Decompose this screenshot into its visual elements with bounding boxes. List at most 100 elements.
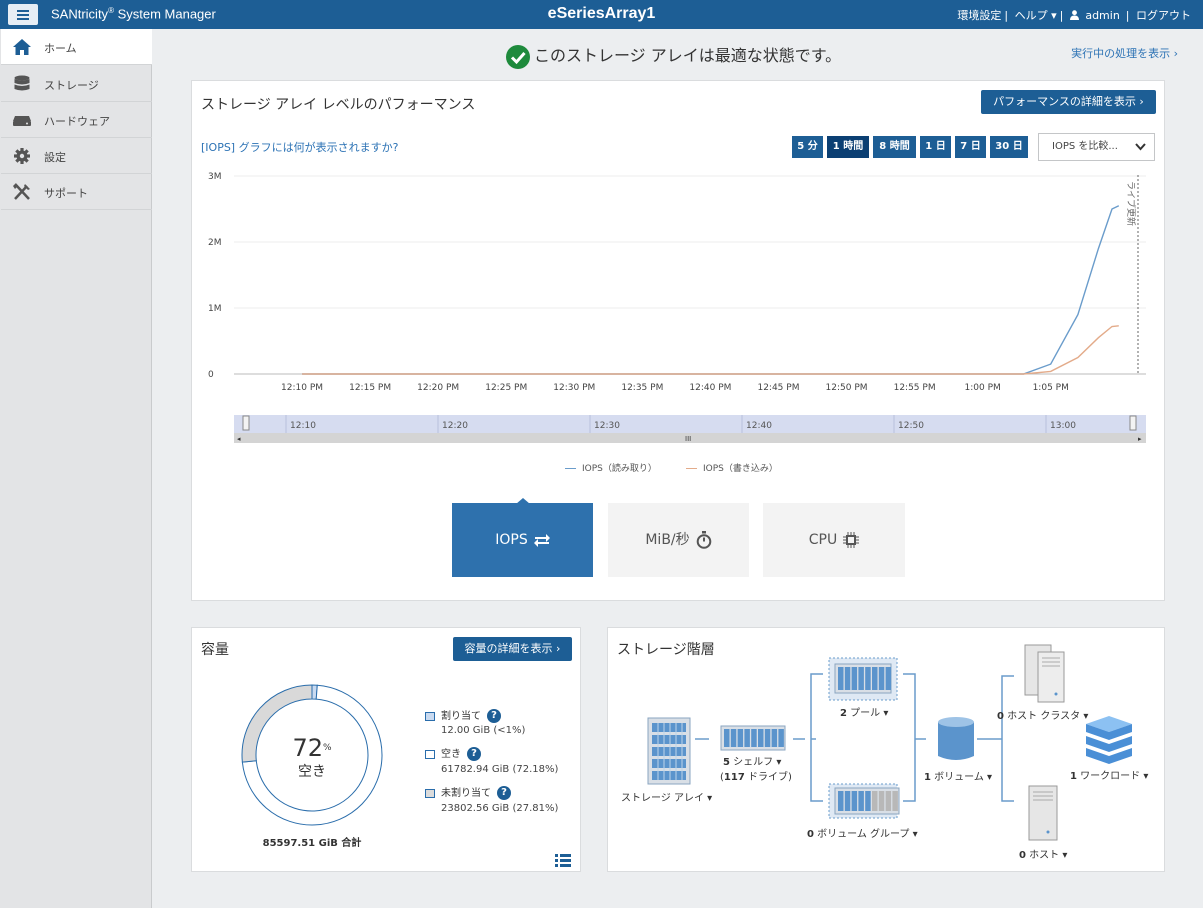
sidebar-item-home[interactable]: ホーム xyxy=(1,29,152,65)
sidebar-item-label: 設定 xyxy=(44,151,66,164)
free-swatch xyxy=(425,749,435,759)
read-series-line xyxy=(302,205,1120,375)
free-value: 61782.94 GiB (72.18%) xyxy=(441,764,559,775)
chip-icon xyxy=(843,532,860,548)
drive-slot xyxy=(885,791,892,811)
home-icon xyxy=(13,39,31,55)
drive-slot xyxy=(872,791,878,811)
x-tick-label: 12:45 PM xyxy=(757,383,799,393)
check-circle-icon xyxy=(506,44,530,69)
shelves-label[interactable]: 5 シェルフ ▾ xyxy=(723,753,781,768)
x-tick-label: 12:35 PM xyxy=(621,383,663,393)
navigator-tick-label: 12:50 xyxy=(898,421,924,431)
drive-slot xyxy=(758,729,764,747)
legend-read[interactable]: IOPS（読み取り） xyxy=(565,461,657,474)
scroll-left-arrow[interactable]: ◂ xyxy=(237,435,241,443)
legend-free: 空き? xyxy=(425,745,481,761)
x-tick-label: 12:25 PM xyxy=(485,383,527,393)
drive-slot xyxy=(744,729,750,747)
drive-slot xyxy=(878,667,885,690)
legend-write-swatch xyxy=(686,468,697,469)
iops-chart: 3M 2M 1M 0 12:10 PM 12:15 PM 12:20 PM 12:25 PM… xyxy=(208,172,1146,443)
sidebar: ホーム ストレージ ハードウェア 設定 サポート xyxy=(0,29,152,908)
drive-slot xyxy=(764,729,771,747)
preferences-link[interactable]: 環境設定 xyxy=(957,9,1001,22)
navigator-right-handle[interactable] xyxy=(1129,415,1137,431)
pool-icon[interactable] xyxy=(828,657,898,701)
drive-slot xyxy=(771,729,778,747)
navigator-tick-label: 13:00 xyxy=(1050,421,1076,431)
x-tick-label: 12:40 PM xyxy=(689,383,731,393)
host-cluster-icon[interactable] xyxy=(1024,644,1065,703)
navigator-left-handle[interactable] xyxy=(242,415,250,431)
drive-slot xyxy=(885,667,892,690)
host-clusters-label[interactable]: 0 ホスト クラスタ ▾ xyxy=(997,707,1088,722)
capacity-title: 容量 xyxy=(201,642,229,658)
time-navigator[interactable]: 12:10 12:20 12:30 12:40 12:50 13:00 ◂ ▸ III xyxy=(234,415,1146,443)
drive-slot xyxy=(865,791,871,811)
help-icon[interactable]: ? xyxy=(487,709,501,723)
help-icon[interactable]: ? xyxy=(497,786,511,800)
x-tick-label: 1:05 PM xyxy=(1033,383,1069,393)
sidebar-item-label: ホーム xyxy=(44,42,77,55)
iops-metric-button[interactable]: IOPS xyxy=(452,503,593,577)
x-tick-label: 12:30 PM xyxy=(553,383,595,393)
x-tick-label: 12:55 PM xyxy=(894,383,936,393)
capacity-detail-button[interactable]: 容量の詳細を表示 › xyxy=(453,637,572,661)
storage-hierarchy-panel: ストレージ階層 ストレージ アレイ ▾ 5 シェルフ ▾ (117 ドライブ) … xyxy=(607,627,1165,872)
cpu-metric-button[interactable]: CPU xyxy=(763,503,905,577)
drive-slot xyxy=(838,667,844,690)
list-view-icon[interactable] xyxy=(555,854,571,867)
logout-link[interactable]: ログアウト xyxy=(1136,9,1191,22)
sidebar-item-label: サポート xyxy=(44,187,88,200)
shelf-icon[interactable] xyxy=(720,725,786,751)
navigator-tick-label: 12:10 xyxy=(290,421,316,431)
drive-slot xyxy=(737,729,744,747)
mib-metric-button[interactable]: MiB/秒 xyxy=(608,503,749,577)
scroll-right-arrow[interactable]: ▸ xyxy=(1138,435,1142,443)
stopwatch-icon xyxy=(696,531,711,549)
help-icon[interactable]: ? xyxy=(467,747,481,761)
performance-panel: ストレージ アレイ レベルのパフォーマンス パフォーマンスの詳細を表示 › [I… xyxy=(191,80,1165,601)
x-tick-label: 1:00 PM xyxy=(965,383,1001,393)
x-tick-label: 12:10 PM xyxy=(281,383,323,393)
unassigned-swatch xyxy=(425,788,435,798)
host-icon[interactable] xyxy=(1028,785,1058,841)
volume-group-icon[interactable] xyxy=(828,783,900,819)
drive-slot xyxy=(838,791,844,811)
drive-slot xyxy=(851,667,858,690)
volume-groups-label[interactable]: 0 ボリューム グループ ▾ xyxy=(807,825,918,840)
drive-slot xyxy=(778,729,784,747)
hosts-label[interactable]: 0 ホスト ▾ xyxy=(1019,846,1067,861)
scroll-grip-icon[interactable]: III xyxy=(685,435,691,443)
sidebar-item-support[interactable]: サポート xyxy=(1,174,152,210)
hardware-icon xyxy=(13,116,31,126)
sidebar-item-hardware[interactable]: ハードウェア xyxy=(1,102,152,138)
volumes-label[interactable]: 1 ボリューム ▾ xyxy=(924,768,992,783)
volume-icon[interactable] xyxy=(938,717,974,760)
legend-allocated: 割り当て? xyxy=(425,707,501,723)
help-menu[interactable]: ヘルプ ▾ xyxy=(1015,9,1057,22)
drive-slot xyxy=(858,791,864,811)
sidebar-item-settings[interactable]: 設定 xyxy=(1,138,152,174)
legend-write[interactable]: IOPS（書き込み） xyxy=(686,461,778,474)
pools-label[interactable]: 2 プール ▾ xyxy=(840,704,888,719)
navigator-tick-label: 12:20 xyxy=(442,421,468,431)
x-tick-label: 12:15 PM xyxy=(349,383,391,393)
y-tick-label: 3M xyxy=(208,172,222,182)
drive-slot xyxy=(724,729,730,747)
navigator-tick-label: 12:40 xyxy=(746,421,772,431)
workload-icon[interactable] xyxy=(1086,716,1132,764)
free-label: 空き xyxy=(298,764,326,780)
user-menu[interactable]: admin xyxy=(1069,9,1123,22)
drive-slot xyxy=(730,729,737,747)
sidebar-item-storage[interactable]: ストレージ xyxy=(1,66,152,102)
y-tick-label: 1M xyxy=(208,304,222,314)
storage-array-label[interactable]: ストレージ アレイ ▾ xyxy=(621,789,712,804)
pending-operations-link[interactable]: 実行中の処理を表示 › xyxy=(1071,45,1178,61)
tools-icon xyxy=(13,183,30,200)
storage-array-icon[interactable] xyxy=(647,717,691,785)
drive-slot xyxy=(751,729,757,747)
workloads-label[interactable]: 1 ワークロード ▾ xyxy=(1070,767,1148,782)
capacity-panel: 容量 容量の詳細を表示 › 72% 空き 85597.51 GiB 合計 割り当… xyxy=(191,627,581,872)
